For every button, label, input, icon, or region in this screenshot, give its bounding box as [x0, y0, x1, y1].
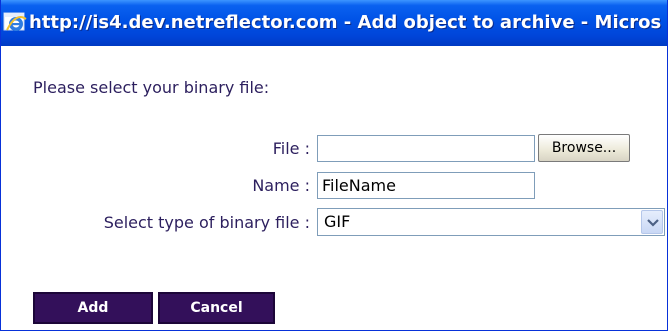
file-type-select[interactable]: GIF	[317, 208, 665, 236]
file-label: File :	[272, 139, 310, 158]
dropdown-arrow-button[interactable]	[641, 210, 663, 234]
name-input[interactable]: FileName	[317, 172, 535, 199]
cancel-button[interactable]: Cancel	[158, 292, 275, 324]
dialog-content: Please select your binary file: File : B…	[1, 46, 667, 330]
prompt-text: Please select your binary file:	[33, 78, 270, 97]
title-bar[interactable]: http://is4.dev.netreflector.com - Add ob…	[1, 0, 667, 46]
file-type-label: Select type of binary file :	[103, 213, 310, 232]
browse-button[interactable]: Browse...	[538, 134, 630, 162]
name-label: Name :	[252, 176, 310, 195]
file-type-selected-value: GIF	[324, 212, 351, 231]
browser-popup-window: http://is4.dev.netreflector.com - Add ob…	[0, 0, 668, 331]
internet-explorer-icon	[3, 10, 27, 34]
window-title: http://is4.dev.netreflector.com - Add ob…	[29, 12, 662, 33]
chevron-down-icon	[647, 219, 659, 227]
add-button[interactable]: Add	[33, 292, 153, 324]
file-path-input[interactable]	[317, 135, 535, 162]
